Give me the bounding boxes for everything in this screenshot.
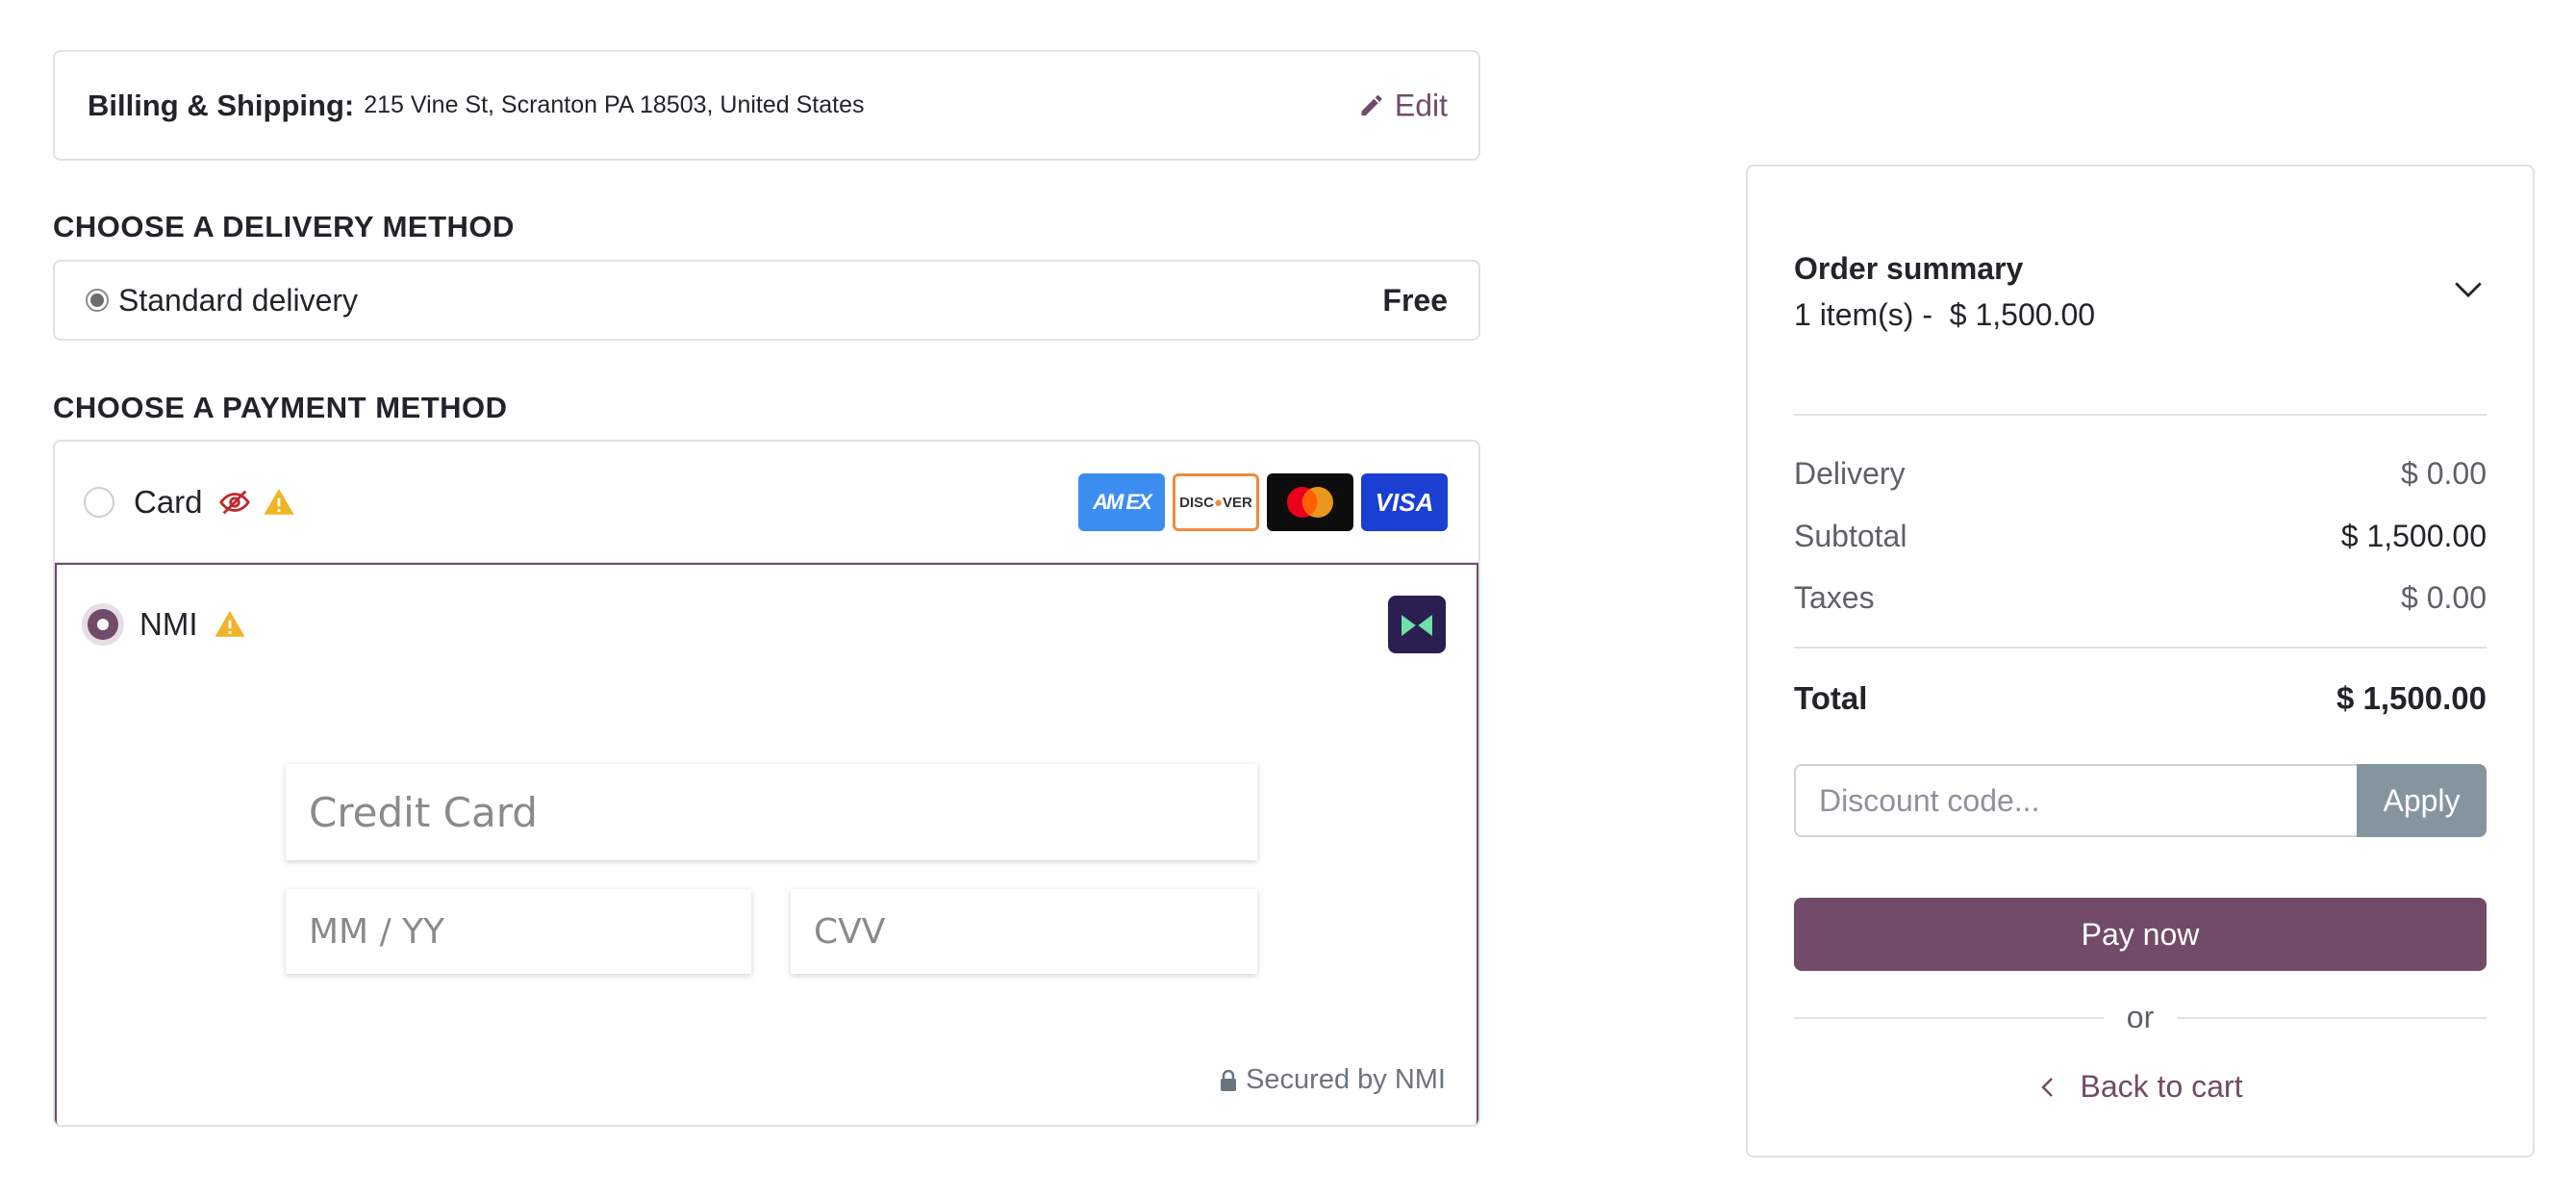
- card-radio[interactable]: [84, 486, 114, 518]
- divider: [1794, 414, 2487, 416]
- billing-title: Billing & Shipping:: [88, 88, 355, 122]
- chevron-down-icon[interactable]: [2452, 272, 2485, 305]
- payment-method-nmi[interactable]: NMI Credit Card MM / YY CVV Secured by N…: [55, 563, 1478, 1125]
- cvv-input[interactable]: CVV: [791, 889, 1257, 974]
- chevron-left-icon: [2040, 1077, 2053, 1097]
- payment-method-label: Card: [134, 483, 203, 520]
- back-to-cart-link[interactable]: Back to cart: [1748, 1069, 2533, 1105]
- amex-logo: AM EX: [1078, 473, 1165, 531]
- discount-code-input[interactable]: [1794, 764, 2357, 837]
- order-summary-subtitle: 1 item(s) - $ 1,500.00: [1794, 297, 2095, 333]
- summary-line-taxes: Taxes $ 0.00: [1794, 580, 2487, 616]
- total-label: Total: [1794, 680, 1868, 716]
- warning-icon: [263, 488, 294, 515]
- divider: [1794, 647, 2487, 649]
- delivery-option-price: Free: [1382, 282, 1448, 318]
- warning-icon: [214, 610, 245, 637]
- order-summary-card: Order summary 1 item(s) - $ 1,500.00 Del…: [1746, 165, 2535, 1158]
- item-total: $ 1,500.00: [1949, 297, 2096, 332]
- summary-line-subtotal: Subtotal $ 1,500.00: [1794, 519, 2487, 554]
- summary-line-delivery: Delivery $ 0.00: [1794, 456, 2487, 492]
- apply-discount-button[interactable]: Apply: [2357, 764, 2487, 837]
- billing-address: 215 Vine St, Scranton PA 18503, United S…: [364, 91, 865, 118]
- credit-card-placeholder: Credit Card: [309, 788, 538, 836]
- summary-total: Total $ 1,500.00: [1794, 680, 2487, 717]
- expiry-placeholder: MM / YY: [309, 911, 445, 952]
- item-count: 1 item(s) -: [1794, 297, 1932, 332]
- card-brand-logos: AM EX DISC ● VER VISA: [1078, 473, 1448, 531]
- cvv-placeholder: CVV: [814, 911, 886, 952]
- line-label: Subtotal: [1794, 519, 1907, 553]
- mastercard-logo: [1267, 473, 1353, 531]
- nmi-logo: [1388, 596, 1446, 653]
- delivery-heading: CHOOSE A DELIVERY METHOD: [53, 210, 515, 243]
- or-separator: or: [1794, 1000, 2488, 1035]
- secured-by-nmi: Secured by NMI: [1219, 1064, 1446, 1096]
- delivery-option-standard[interactable]: Standard delivery Free: [53, 260, 1480, 341]
- total-value: $ 1,500.00: [2336, 680, 2487, 716]
- payment-method-label: NMI: [139, 606, 198, 642]
- nmi-radio[interactable]: [82, 603, 124, 646]
- delivery-option-label: Standard delivery: [118, 282, 359, 318]
- edit-address-link[interactable]: Edit: [1358, 88, 1448, 123]
- delivery-radio[interactable]: [86, 289, 109, 312]
- edit-label: Edit: [1394, 88, 1448, 122]
- eye-slash-icon: [218, 490, 250, 514]
- secured-text: Secured by NMI: [1246, 1064, 1446, 1095]
- expiry-input[interactable]: MM / YY: [286, 889, 751, 974]
- line-value: $ 0.00: [2401, 580, 2487, 615]
- payment-heading: CHOOSE A PAYMENT METHOD: [53, 391, 508, 424]
- line-value: $ 1,500.00: [2340, 519, 2487, 553]
- credit-card-input[interactable]: Credit Card: [286, 764, 1257, 860]
- visa-logo: VISA: [1361, 473, 1448, 531]
- line-label: Taxes: [1794, 580, 1875, 615]
- discount-group: Apply: [1794, 764, 2487, 837]
- discover-logo: DISC ● VER: [1173, 473, 1259, 531]
- lock-icon: [1221, 1069, 1237, 1091]
- payment-method-card[interactable]: Card AM EX DISC ● VER VISA: [55, 442, 1478, 563]
- line-label: Delivery: [1794, 456, 1906, 491]
- billing-shipping-box: Billing & Shipping: 215 Vine St, Scranto…: [53, 50, 1480, 161]
- order-summary-title: Order summary: [1794, 251, 2024, 286]
- pencil-icon: [1361, 94, 1382, 115]
- line-value: $ 0.00: [2401, 456, 2487, 491]
- back-to-cart-label: Back to cart: [2080, 1069, 2243, 1104]
- pay-now-button[interactable]: Pay now: [1794, 898, 2487, 971]
- payment-methods: Card AM EX DISC ● VER VISA NMI Credit Ca…: [53, 440, 1480, 1127]
- or-label: or: [2126, 1000, 2155, 1034]
